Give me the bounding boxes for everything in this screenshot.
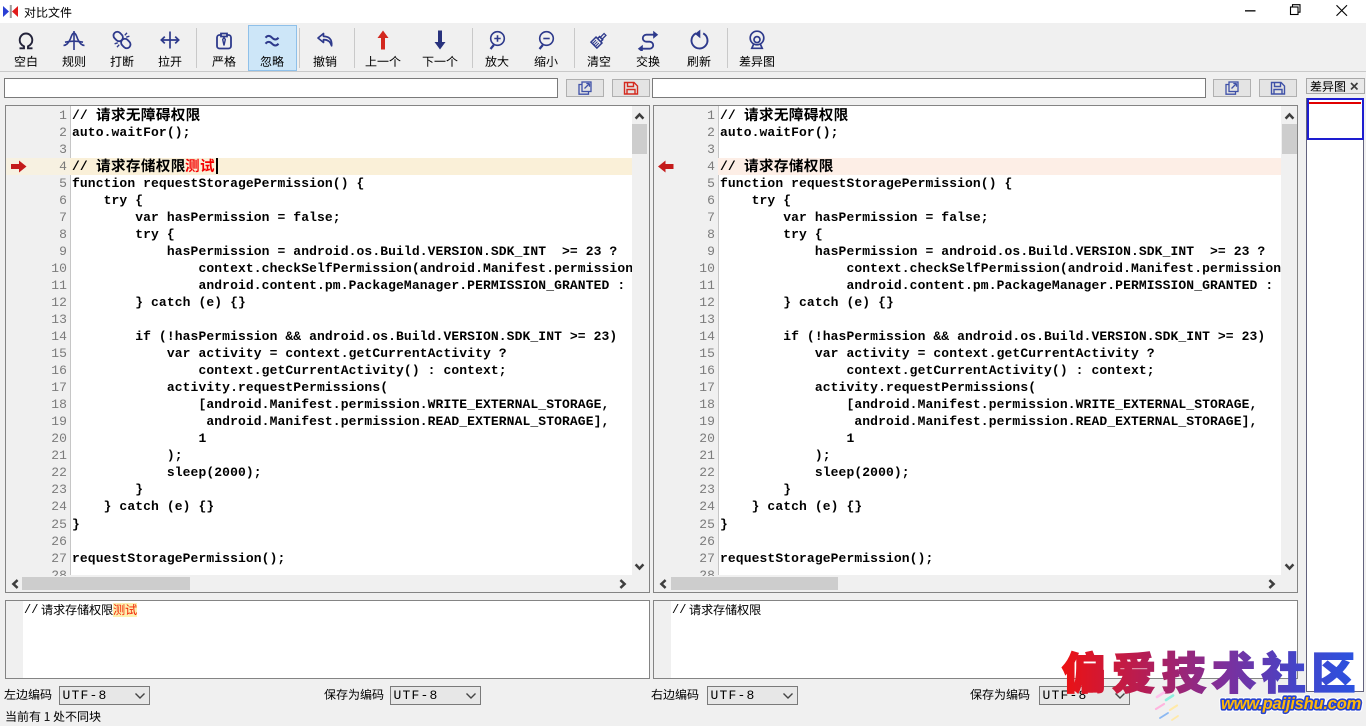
svg-text:www.paijishu.com: www.paijishu.com bbox=[1221, 695, 1361, 713]
